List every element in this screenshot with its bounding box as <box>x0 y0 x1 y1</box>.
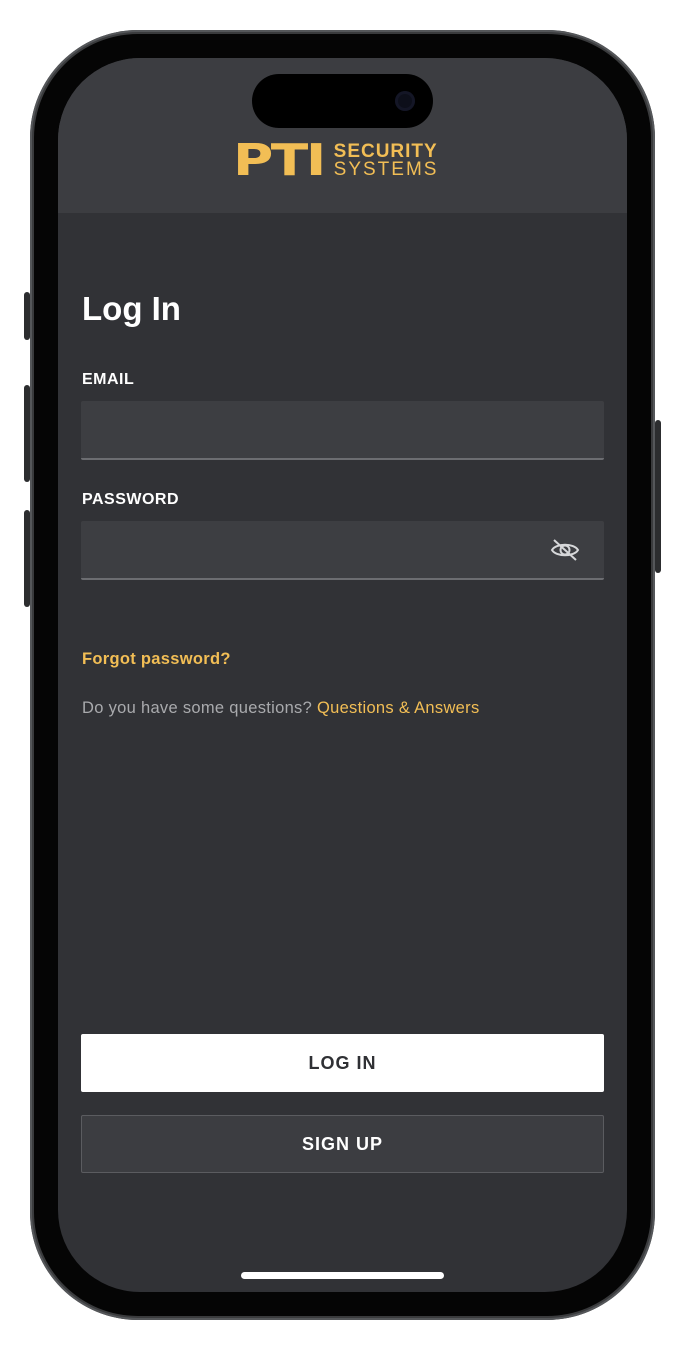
login-button[interactable]: LOG IN <box>81 1034 604 1092</box>
password-field[interactable] <box>81 521 604 580</box>
signup-button[interactable]: SIGN UP <box>81 1115 604 1173</box>
page-title: Log In <box>82 290 181 327</box>
faq-prompt: Do you have some questions? <box>82 699 313 717</box>
brand-logo: PTI SECURITY SYSTEMS <box>233 135 439 186</box>
password-label: PASSWORD <box>82 491 180 508</box>
volume-down-button <box>24 510 30 607</box>
logo-text: SECURITY SYSTEMS <box>333 142 439 180</box>
email-field[interactable] <box>81 401 604 460</box>
logo-mark: PTI <box>233 135 326 186</box>
action-button <box>24 292 30 340</box>
eye-slash-icon[interactable] <box>550 538 580 562</box>
faq-line: Do you have some questions? Questions & … <box>82 699 480 718</box>
app-header: PTI SECURITY SYSTEMS <box>58 58 627 213</box>
camera-icon <box>395 91 415 111</box>
home-indicator[interactable] <box>241 1272 444 1279</box>
dynamic-island <box>252 74 433 128</box>
faq-link[interactable]: Questions & Answers <box>317 699 480 717</box>
signup-button-label: SIGN UP <box>301 1133 383 1154</box>
logo-line-2: SYSTEMS <box>333 159 439 180</box>
volume-up-button <box>24 385 30 482</box>
forgot-password-link[interactable]: Forgot password? <box>82 650 231 669</box>
app-screen: PTI SECURITY SYSTEMS Log In EMAIL PASSWO… <box>58 58 627 1292</box>
email-label: EMAIL <box>82 371 135 388</box>
power-button <box>655 420 661 573</box>
login-button-label: LOG IN <box>308 1052 377 1073</box>
